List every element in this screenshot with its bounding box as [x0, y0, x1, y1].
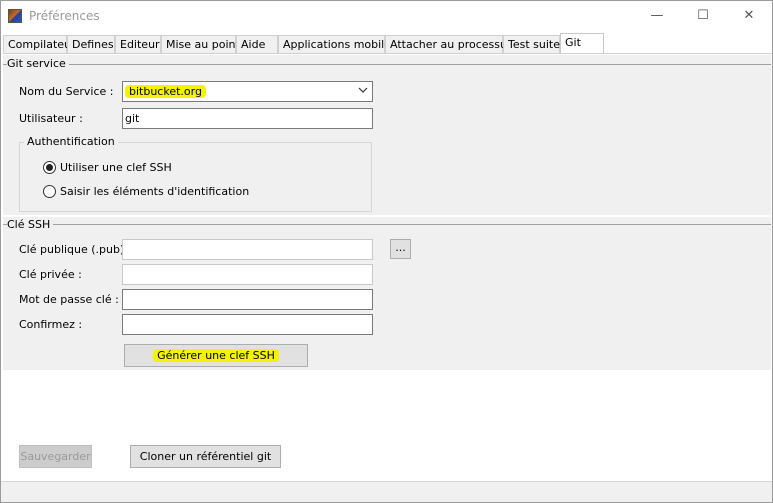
chevron-down-icon — [358, 85, 368, 97]
clone-repository-button[interactable]: Cloner un référentiel git — [130, 445, 281, 468]
window-title: Préférences — [29, 9, 100, 23]
ssh-key-divider — [3, 224, 771, 225]
auth-groupbox — [19, 142, 372, 212]
git-service-title: Git service — [7, 57, 69, 70]
ssh-key-title: Clé SSH — [7, 218, 54, 231]
radio-credentials[interactable] — [43, 185, 56, 198]
service-name-value: bitbucket.org — [125, 85, 206, 98]
tab-git[interactable]: Git — [560, 33, 604, 55]
minimize-button[interactable]: — — [634, 1, 680, 31]
git-service-divider — [3, 64, 771, 65]
tab-applications-mobiles[interactable]: Applications mobiles — [278, 35, 397, 54]
tab-mise-au-point[interactable]: Mise au point — [161, 35, 240, 54]
public-key-input[interactable] — [122, 239, 373, 260]
radio-credentials-label[interactable]: Saisir les éléments d'identification — [60, 185, 249, 198]
service-name-select[interactable]: bitbucket.org — [122, 81, 373, 102]
passphrase-label: Mot de passe clé : — [19, 293, 119, 306]
title-bar: Préférences — ☐ ✕ — [1, 1, 772, 32]
private-key-input[interactable] — [122, 264, 373, 285]
radio-ssh[interactable] — [43, 161, 56, 174]
radio-ssh-label[interactable]: Utiliser une clef SSH — [60, 161, 172, 174]
save-button[interactable]: Sauvegarder — [19, 445, 92, 468]
tab-test-suite[interactable]: Test suite — [503, 35, 560, 54]
tab-strip: Compilateur Defines Editeur Mise au poin… — [1, 33, 772, 55]
user-input[interactable]: git — [122, 108, 373, 129]
maximize-button[interactable]: ☐ — [680, 1, 726, 31]
auth-title: Authentification — [24, 135, 118, 148]
tab-defines[interactable]: Defines — [67, 35, 115, 54]
generate-ssh-key-button[interactable]: Générer une clef SSH — [124, 344, 308, 367]
confirm-label: Confirmez : — [19, 318, 83, 331]
tab-attacher-au-processus[interactable]: Attacher au processus — [385, 35, 513, 54]
user-label: Utilisateur : — [19, 112, 83, 125]
status-bar — [1, 481, 772, 502]
tab-compilateur[interactable]: Compilateur — [3, 35, 76, 54]
tab-aide[interactable]: Aide — [236, 35, 278, 54]
app-icon — [8, 9, 22, 23]
public-key-label: Clé publique (.pub) : — [19, 243, 132, 256]
generate-ssh-key-label: Générer une clef SSH — [153, 349, 279, 362]
service-name-label: Nom du Service : — [19, 85, 114, 98]
close-button[interactable]: ✕ — [726, 1, 772, 31]
tab-editeur[interactable]: Editeur — [115, 35, 161, 54]
git-panel: Git service Nom du Service : bitbucket.o… — [3, 53, 771, 478]
passphrase-input[interactable] — [122, 289, 373, 310]
preferences-window: Préférences — ☐ ✕ Compilateur Defines Ed… — [0, 0, 773, 503]
private-key-label: Clé privée : — [19, 268, 82, 281]
confirm-input[interactable] — [122, 314, 373, 335]
browse-button[interactable]: ... — [390, 239, 411, 259]
